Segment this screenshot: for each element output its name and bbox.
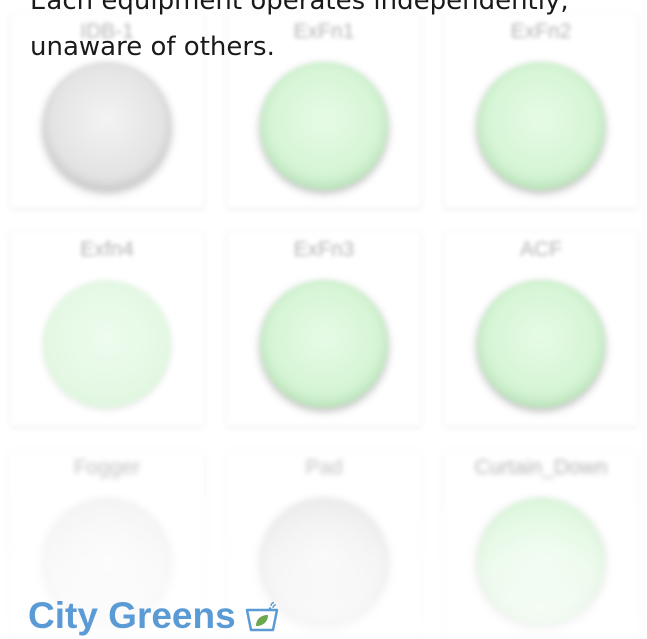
status-light-on [477, 62, 605, 190]
caption-line-1: Each equipment operates independently, [30, 0, 569, 16]
status-light-on [477, 280, 605, 408]
brand-name: City Greens [28, 595, 236, 636]
status-light-on [260, 62, 388, 190]
equipment-label: Fogger [73, 456, 141, 479]
equipment-tile-exfn3[interactable]: ExFn3 [227, 232, 421, 426]
equipment-tile-curtain-down[interactable]: Curtain_Down [444, 450, 638, 639]
plant-pot-icon [245, 601, 278, 632]
caption-line-2: unaware of others. [30, 32, 275, 62]
equipment-tile-acf[interactable]: ACF [444, 232, 638, 426]
equipment-grid: IDB-1 ExFn1 ExFn2 Exfn4 ExFn3 ACF Fogger [0, 0, 647, 639]
equipment-label: ExFn3 [293, 238, 355, 261]
status-light-on [43, 280, 171, 408]
equipment-panel-screen: IDB-1 ExFn1 ExFn2 Exfn4 ExFn3 ACF Fogger [0, 0, 647, 639]
status-light-on [477, 498, 605, 626]
equipment-label: Curtain_Down [474, 456, 608, 479]
equipment-label: Pad [305, 456, 343, 479]
equipment-label: Exfn4 [80, 238, 134, 261]
brand-logo: City Greens [28, 594, 280, 638]
caption-text: Each equipment operates independently, u… [30, 0, 630, 70]
status-light-on [260, 280, 388, 408]
equipment-tile-exfn4[interactable]: Exfn4 [10, 232, 204, 426]
equipment-label: ACF [520, 238, 562, 261]
status-light-off [43, 62, 171, 190]
